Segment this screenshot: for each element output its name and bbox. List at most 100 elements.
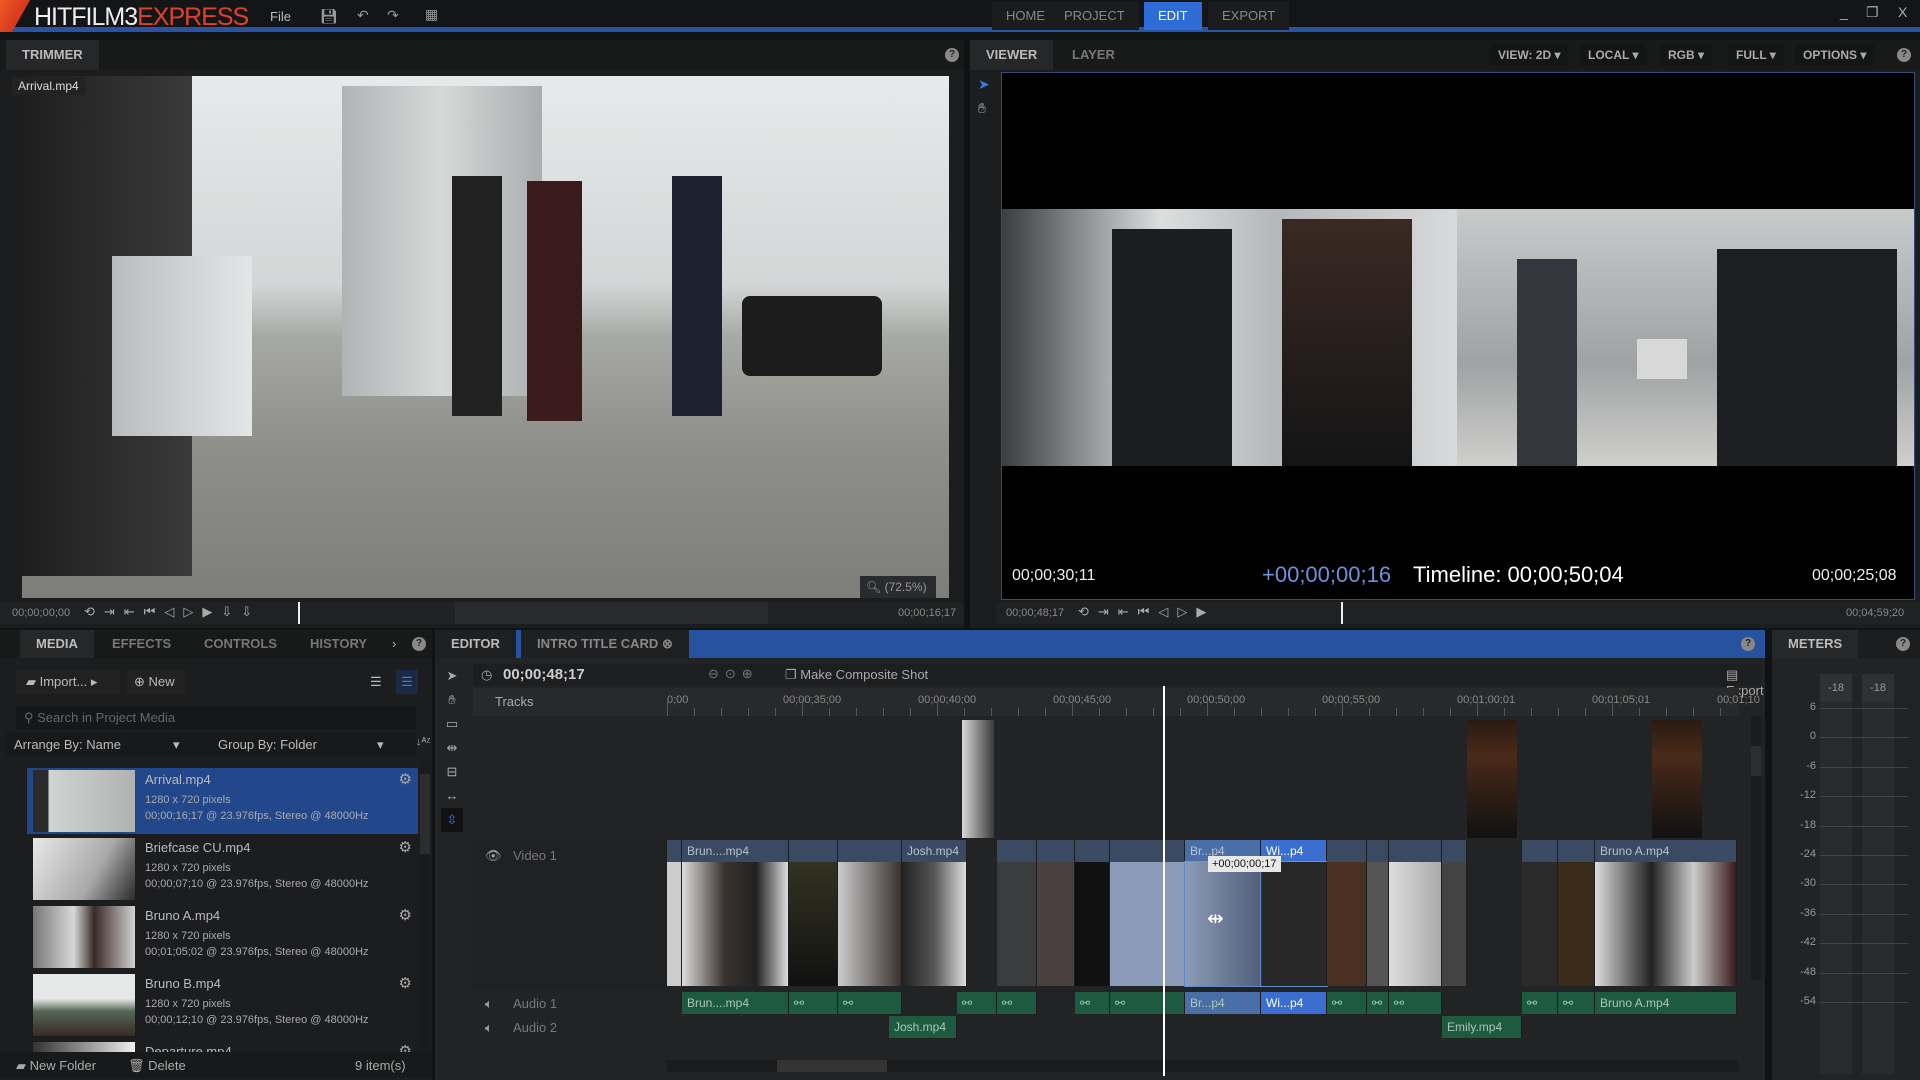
video-clip-header[interactable] bbox=[838, 840, 902, 862]
tabs-more-icon[interactable]: › bbox=[392, 636, 396, 651]
slip-tool-icon[interactable]: ▭ bbox=[441, 712, 463, 736]
video-clip-header[interactable] bbox=[1558, 840, 1595, 862]
media-item[interactable]: Arrival.mp4 1280 x 720 pixels 00;00;16;17 … bbox=[27, 768, 418, 834]
tab-viewer[interactable]: VIEWER bbox=[970, 40, 1054, 70]
rate-tool-icon[interactable]: ⇳ bbox=[441, 808, 463, 832]
gear-icon[interactable]: ⚙ bbox=[399, 906, 412, 924]
gear-icon[interactable]: ⚙ bbox=[399, 974, 412, 992]
audio2-clip[interactable]: Josh.mp4 bbox=[889, 1016, 957, 1038]
audio-clip[interactable]: ⚯ bbox=[1075, 992, 1110, 1014]
help-icon[interactable]: ? bbox=[1897, 48, 1911, 62]
ripple-tool-icon[interactable]: ⇹ bbox=[441, 736, 463, 760]
list-view-icon[interactable]: ☰ bbox=[370, 674, 382, 690]
audio-clip[interactable]: Brun....mp4 bbox=[682, 992, 789, 1014]
tab-intro-title-card[interactable]: INTRO TITLE CARD ⊗ bbox=[521, 630, 689, 658]
media-item[interactable]: Bruno B.mp4 1280 x 720 pixels 00;00;12;10 … bbox=[27, 972, 418, 1038]
audio-clip[interactable]: ⚯ bbox=[997, 992, 1037, 1014]
tab-editor[interactable]: EDITOR bbox=[435, 630, 516, 658]
tab-meters[interactable]: METERS bbox=[1772, 630, 1859, 658]
undo-icon[interactable]: ↶ bbox=[357, 7, 369, 24]
options-dropdown[interactable]: OPTIONS ▾ bbox=[1795, 44, 1875, 66]
video-clip-header[interactable] bbox=[1442, 840, 1467, 862]
video-clip-thumbnail[interactable] bbox=[1558, 862, 1595, 986]
menu-file[interactable]: File bbox=[270, 9, 291, 24]
new-folder-button[interactable]: ▰ New Folder bbox=[16, 1058, 96, 1074]
channel-dropdown[interactable]: RGB ▾ bbox=[1660, 44, 1713, 66]
audio-clip[interactable]: Br...p4 bbox=[1185, 992, 1261, 1014]
audio2-clip[interactable]: Emily.mp4 bbox=[1442, 1016, 1522, 1038]
tab-layer[interactable]: LAYER bbox=[1056, 40, 1131, 70]
video-clip-header[interactable] bbox=[997, 840, 1037, 862]
tab-history[interactable]: HISTORY bbox=[294, 630, 383, 658]
view-dropdown[interactable]: VIEW: 2D ▾ bbox=[1490, 44, 1569, 66]
roll-tool-icon[interactable]: ⊟ bbox=[441, 760, 463, 784]
audio-clip[interactable]: ⚯ bbox=[1110, 992, 1185, 1014]
minimize-button[interactable]: _ bbox=[1840, 4, 1848, 20]
arrange-dropdown[interactable]: Arrange By: Name ▾ bbox=[14, 737, 179, 753]
video-clip-thumbnail[interactable] bbox=[1367, 862, 1389, 986]
audio-clip[interactable]: ⚯ bbox=[1327, 992, 1367, 1014]
video-clip-thumbnail[interactable] bbox=[682, 862, 789, 986]
video-clip-thumbnail[interactable] bbox=[1327, 862, 1367, 986]
video-clip-header[interactable] bbox=[1522, 840, 1558, 862]
space-dropdown[interactable]: LOCAL ▾ bbox=[1580, 44, 1647, 66]
delete-button[interactable]: 🗑︎ Delete bbox=[128, 1058, 186, 1074]
video-clip-thumbnail[interactable] bbox=[838, 862, 902, 986]
media-scrollbar[interactable] bbox=[420, 762, 430, 1052]
video-clip-header[interactable]: Brun....mp4 bbox=[682, 840, 789, 862]
timeline-vscroll[interactable] bbox=[1751, 716, 1761, 980]
close-button[interactable]: X bbox=[1898, 4, 1907, 20]
speaker-icon[interactable]: 🔈︎ bbox=[485, 996, 493, 1012]
viewer-playhead[interactable] bbox=[1341, 602, 1343, 624]
video-clip-header[interactable]: Josh.mp4 bbox=[902, 840, 967, 862]
help-icon[interactable]: ? bbox=[412, 637, 426, 651]
nav-edit[interactable]: EDIT bbox=[1144, 2, 1202, 30]
audio-clip[interactable]: Wi...p4 bbox=[1261, 992, 1327, 1014]
detail-view-icon[interactable]: ☰ bbox=[396, 670, 418, 694]
video-clip-thumbnail[interactable] bbox=[1442, 862, 1467, 986]
make-composite-button[interactable]: ❐ Make Composite Shot bbox=[785, 667, 928, 683]
tab-media[interactable]: MEDIA bbox=[20, 630, 94, 658]
nav-project[interactable]: PROJECT bbox=[1050, 2, 1139, 30]
tab-effects[interactable]: EFFECTS bbox=[96, 630, 187, 658]
redo-icon[interactable]: ↷ bbox=[387, 7, 399, 24]
timeline-hscroll[interactable] bbox=[667, 1060, 1739, 1072]
video-clip-header[interactable] bbox=[1075, 840, 1110, 862]
help-icon[interactable]: ? bbox=[945, 48, 959, 62]
help-icon[interactable]: ? bbox=[1896, 637, 1910, 651]
import-button[interactable]: ▰ Import... ▸ bbox=[16, 670, 120, 694]
save-icon[interactable]: 💾︎ bbox=[320, 8, 338, 25]
composite-nav-icons[interactable]: ⊖⊙⊕ bbox=[708, 666, 759, 682]
sort-az-icon[interactable]: ↓ᴬᶻ bbox=[416, 736, 430, 748]
eye-icon[interactable]: 👁︎ bbox=[485, 848, 502, 864]
grid-icon[interactable]: ▦ bbox=[425, 6, 438, 23]
editor-timecode[interactable]: 00;00;48;17 bbox=[503, 666, 585, 683]
audio-clip[interactable]: ⚯ bbox=[1558, 992, 1595, 1014]
video-clip-header[interactable] bbox=[1037, 840, 1075, 862]
tab-trimmer[interactable]: TRIMMER bbox=[6, 40, 99, 70]
nav-home[interactable]: HOME bbox=[992, 2, 1059, 30]
gear-icon[interactable]: ⚙ bbox=[399, 770, 412, 788]
video-clip-thumbnail[interactable] bbox=[1595, 862, 1737, 986]
video-clip-thumbnail[interactable] bbox=[997, 862, 1037, 986]
timeline-ruler[interactable]: 0;00 00;00;35;00 00;00;40;00 00;00;45;00 00;… bbox=[667, 688, 1760, 716]
help-icon[interactable]: ? bbox=[1741, 637, 1755, 651]
video-clip-thumbnail[interactable] bbox=[789, 862, 838, 986]
video-clip-thumbnail[interactable] bbox=[1522, 862, 1558, 986]
audio-clip[interactable]: ⚯ bbox=[838, 992, 902, 1014]
group-dropdown[interactable]: Group By: Folder ▾ bbox=[218, 737, 384, 753]
video-clip-thumbnail[interactable] bbox=[1037, 862, 1075, 986]
audio-clip[interactable]: ⚯ bbox=[789, 992, 838, 1014]
timeline-tracks[interactable]: Brun....mp4 Josh.mp4 Br...p4 Wi...p4 Bruno A… bbox=[667, 716, 1739, 1056]
audio-clip[interactable]: ⚯ bbox=[1367, 992, 1389, 1014]
video-clip-header[interactable] bbox=[789, 840, 838, 862]
gear-icon[interactable]: ⚙ bbox=[399, 838, 412, 856]
audio-clip[interactable]: ⚯ bbox=[1522, 992, 1558, 1014]
video-clip-thumbnail[interactable] bbox=[1075, 862, 1110, 986]
timeline-playhead[interactable] bbox=[1163, 686, 1165, 1076]
media-item[interactable]: Briefcase CU.mp4 1280 x 720 pixels 00;00;0… bbox=[27, 836, 418, 902]
video-clip-header[interactable] bbox=[1327, 840, 1367, 862]
speaker-icon[interactable]: 🔈︎ bbox=[485, 1020, 493, 1036]
zoom-dropdown[interactable]: 🔍︎ (72.5%) bbox=[860, 576, 936, 598]
select-tool-icon[interactable]: ➤ bbox=[978, 76, 990, 93]
